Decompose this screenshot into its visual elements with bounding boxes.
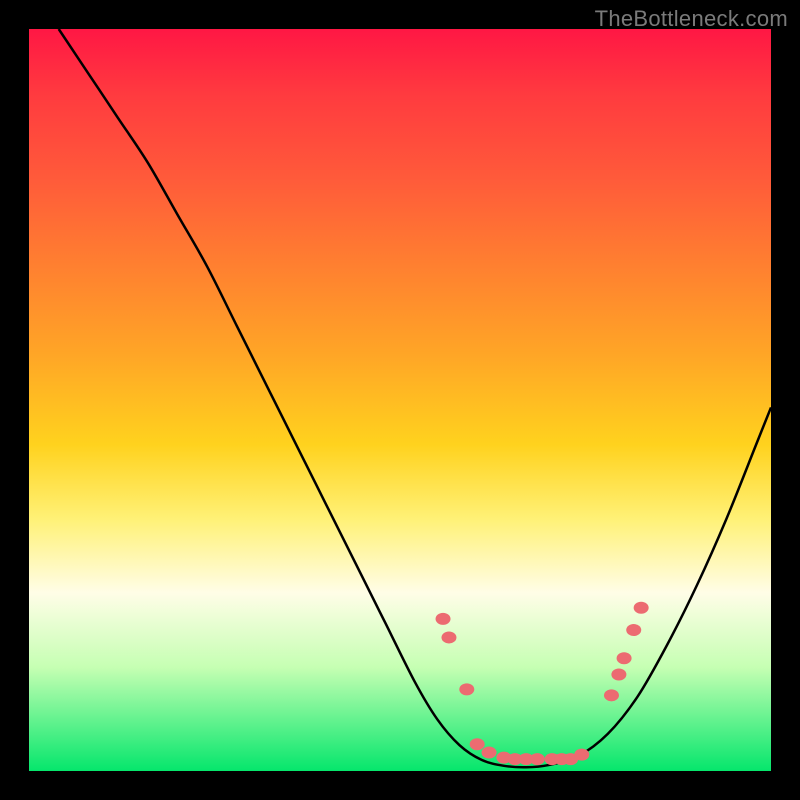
data-dot [459,683,474,695]
data-dot [617,652,632,664]
curve-svg [29,29,771,771]
data-dot [436,613,451,625]
data-dot [574,749,589,761]
data-dot [604,689,619,701]
watermark-text: TheBottleneck.com [595,6,788,32]
plot-area [29,29,771,771]
data-dot [530,753,545,765]
chart-container: TheBottleneck.com [0,0,800,800]
data-dot [441,631,456,643]
data-dot [470,738,485,750]
curve-dots [436,602,649,765]
data-dot [634,602,649,614]
bottleneck-curve [59,29,771,767]
data-dot [611,669,626,681]
data-dot [482,746,497,758]
data-dot [626,624,641,636]
